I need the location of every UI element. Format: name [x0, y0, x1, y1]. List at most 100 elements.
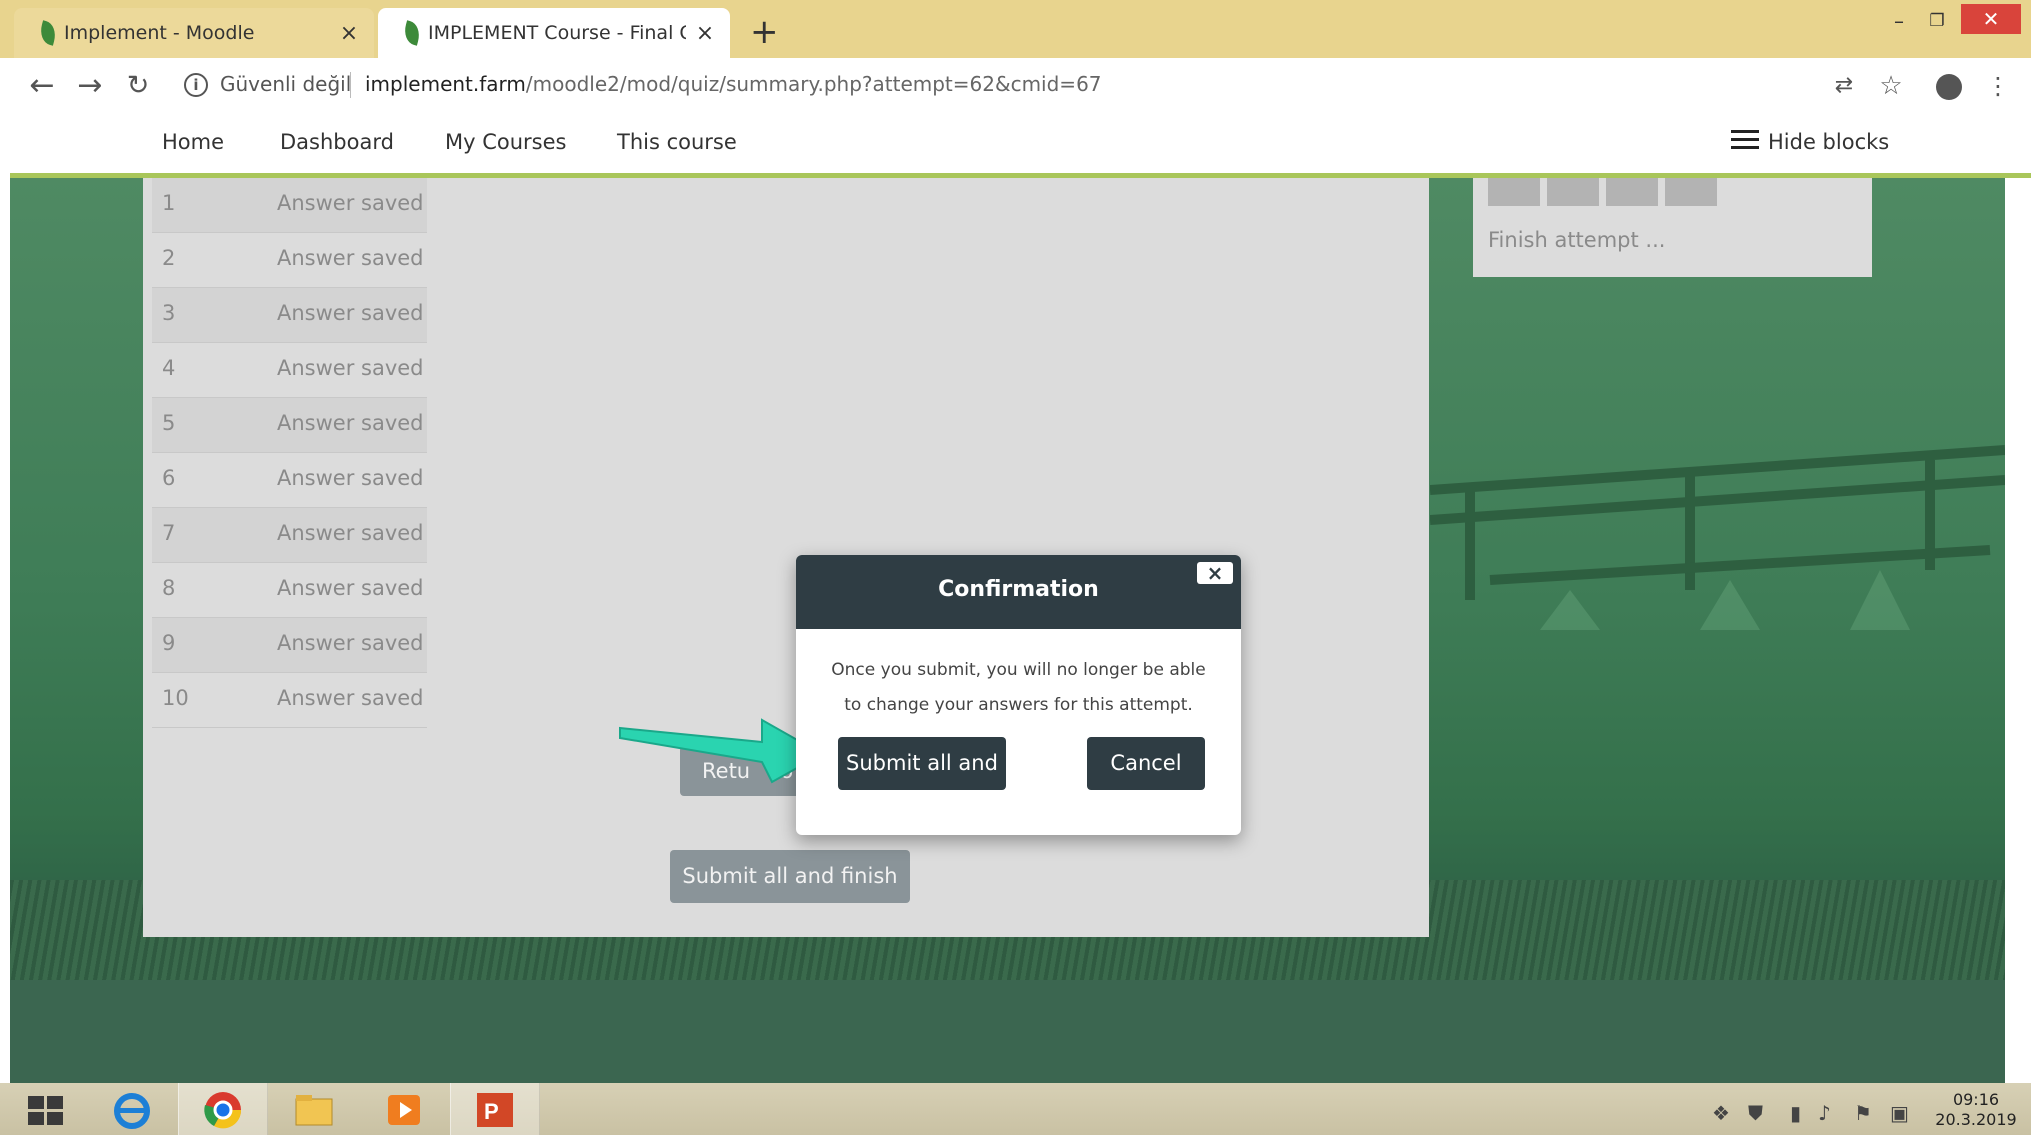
battery-tray-icon[interactable]: ▮: [1790, 1101, 1801, 1125]
security-label[interactable]: Güvenli değil: [220, 72, 351, 96]
new-tab-plus-icon[interactable]: +: [750, 14, 779, 50]
question-nav-button[interactable]: [1606, 178, 1658, 206]
question-number: 2: [162, 246, 176, 270]
table-row: 6 Answer saved: [152, 453, 427, 508]
windows-start-icon[interactable]: [28, 1096, 64, 1126]
submit-all-and-finish-button[interactable]: Submit all and finish: [838, 737, 1006, 828]
window-left-edge: [0, 113, 10, 1083]
finish-attempt-link[interactable]: Finish attempt ...: [1488, 228, 1665, 252]
close-tab-icon[interactable]: ×: [694, 21, 716, 46]
nav-this-course[interactable]: This course: [617, 130, 737, 154]
network-tray-icon[interactable]: ▣: [1890, 1101, 1909, 1125]
question-number: 10: [162, 686, 189, 710]
chrome-icon[interactable]: [178, 1083, 268, 1135]
question-status: Answer saved: [277, 356, 424, 380]
confirmation-dialog: Confirmation × Once you submit, you will…: [796, 555, 1241, 835]
question-status: Answer saved: [277, 466, 424, 490]
question-nav-button[interactable]: [1488, 178, 1540, 206]
close-tab-icon[interactable]: ×: [338, 21, 360, 46]
powerpoint-icon[interactable]: P: [450, 1083, 540, 1135]
question-number: 8: [162, 576, 176, 600]
svg-text:P: P: [484, 1099, 499, 1124]
cancel-button[interactable]: Cancel: [1087, 737, 1205, 790]
tab-title: Implement - Moodle: [64, 22, 255, 44]
question-number: 3: [162, 301, 176, 325]
clock-date: 20.3.2019: [1935, 1110, 2017, 1129]
close-window-icon[interactable]: ✕: [1961, 4, 2021, 34]
tab-title: IMPLEMENT Course - Final Quest: [428, 22, 686, 44]
question-status: Answer saved: [277, 576, 424, 600]
question-status: Answer saved: [277, 631, 424, 655]
dialog-message-line: Once you submit, you will no longer be a…: [831, 660, 1206, 680]
submit-all-background-button[interactable]: Submit all and finish: [670, 850, 910, 903]
question-number: 6: [162, 466, 176, 490]
table-row: 10 Answer saved: [152, 673, 427, 728]
internet-explorer-icon[interactable]: [88, 1083, 176, 1135]
info-icon[interactable]: i: [184, 73, 208, 97]
sprayer-machine-graphic: [1430, 445, 2005, 630]
question-number: 7: [162, 521, 176, 545]
table-row: 9 Answer saved: [152, 618, 427, 673]
minimize-window-icon[interactable]: –: [1886, 6, 1912, 36]
url-host: implement.farm: [365, 72, 526, 96]
question-status: Answer saved: [277, 246, 424, 270]
question-number: 4: [162, 356, 176, 380]
media-player-icon[interactable]: [360, 1083, 448, 1135]
action-center-flag-icon[interactable]: ⚑: [1854, 1101, 1872, 1125]
leaf-favicon-icon: [37, 20, 59, 46]
file-explorer-icon[interactable]: [270, 1083, 358, 1135]
table-row: 2 Answer saved: [152, 233, 427, 288]
question-status: Answer saved: [277, 686, 424, 710]
page-footer-band: [10, 980, 2005, 1083]
table-row: 1 Answer saved: [152, 178, 427, 233]
back-arrow-icon[interactable]: ←: [22, 66, 62, 106]
dialog-message-line: to change your answers for this attempt.: [844, 695, 1193, 715]
quiz-navigation-block: Finish attempt ...: [1473, 178, 1872, 277]
omnibox-divider: [350, 72, 351, 98]
forward-arrow-icon[interactable]: →: [70, 66, 110, 106]
moodle-navbar: Home Dashboard My Courses This course Hi…: [10, 113, 2031, 178]
nav-my-courses[interactable]: My Courses: [445, 130, 566, 154]
table-row: 7 Answer saved: [152, 508, 427, 563]
table-row: 4 Answer saved: [152, 343, 427, 398]
table-row: 5 Answer saved: [152, 398, 427, 453]
question-number: 5: [162, 411, 176, 435]
hide-blocks-button[interactable]: Hide blocks: [1768, 130, 1889, 154]
question-status: Answer saved: [277, 521, 424, 545]
hide-blocks-icon[interactable]: [1731, 130, 1759, 152]
browser-toolbar: ← → ↻ i Güvenli değil implement.farm/moo…: [0, 58, 2031, 114]
restore-window-icon[interactable]: ❐: [1923, 6, 1951, 36]
dropbox-tray-icon[interactable]: ❖: [1712, 1101, 1730, 1125]
question-status: Answer saved: [277, 301, 424, 325]
reload-icon[interactable]: ↻: [118, 66, 158, 106]
browser-tab-course[interactable]: IMPLEMENT Course - Final Quest ×: [378, 8, 730, 58]
nav-dashboard[interactable]: Dashboard: [280, 130, 394, 154]
dialog-message: Once you submit, you will no longer be a…: [816, 653, 1221, 723]
url-path: /moodle2/mod/quiz/summary.php?attempt=62…: [525, 72, 1102, 96]
question-nav-button[interactable]: [1547, 178, 1599, 206]
url-field[interactable]: implement.farm/moodle2/mod/quiz/summary.…: [365, 72, 1102, 96]
volume-tray-icon[interactable]: ♪: [1818, 1101, 1831, 1125]
browser-tab-moodle[interactable]: Implement - Moodle ×: [14, 8, 374, 58]
nav-home[interactable]: Home: [162, 130, 224, 154]
security-tray-icon[interactable]: ⛊: [1748, 1101, 1763, 1125]
question-nav-button[interactable]: [1665, 178, 1717, 206]
profile-avatar-icon[interactable]: [1936, 74, 1962, 100]
dialog-title: Confirmation: [938, 577, 1099, 602]
annotation-arrow-icon: [619, 718, 825, 784]
question-number: 9: [162, 631, 176, 655]
taskbar-clock[interactable]: 09:16 20.3.2019: [1930, 1090, 2022, 1130]
table-row: 3 Answer saved: [152, 288, 427, 343]
translate-icon[interactable]: ⇄: [1828, 70, 1860, 102]
bookmark-star-icon[interactable]: ☆: [1875, 70, 1907, 102]
question-status: Answer saved: [277, 411, 424, 435]
dialog-header: Confirmation ×: [796, 555, 1241, 629]
attempt-summary-table: 1 Answer saved 2 Answer saved 3 Answer save…: [152, 178, 427, 728]
close-icon[interactable]: ×: [1197, 562, 1233, 584]
window-right-edge: [2005, 178, 2031, 1083]
question-number: 1: [162, 191, 176, 215]
table-row: 8 Answer saved: [152, 563, 427, 618]
browser-tab-strip: Implement - Moodle × IMPLEMENT Course - …: [0, 0, 2031, 58]
menu-kebab-icon[interactable]: ⋮: [1982, 70, 2014, 102]
clock-time: 09:16: [1952, 1090, 2000, 1109]
